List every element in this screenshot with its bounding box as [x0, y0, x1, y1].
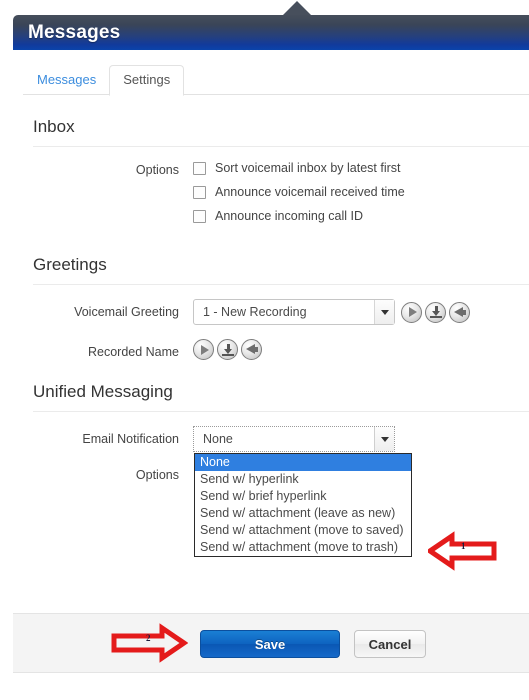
checkbox-row-announce-received-time[interactable]: Announce voicemail received time — [193, 185, 529, 199]
recorded-name-record-button[interactable] — [241, 339, 262, 360]
popover-pointer-triangle — [283, 1, 311, 15]
play-icon — [408, 307, 417, 317]
play-icon — [200, 344, 209, 355]
section-title-greetings: Greetings — [33, 255, 107, 274]
checkbox-label-announce-received-time: Announce voicemail received time — [215, 185, 405, 199]
dropdown-option-attachment-leave-as-new[interactable]: Send w/ attachment (leave as new) — [195, 505, 411, 522]
messages-panel: Messages Messages Settings Inbox Options … — [13, 15, 529, 557]
inbox-options-field: Sort voicemail inbox by latest first Ann… — [193, 161, 529, 233]
annotation-number-2: 2 — [146, 633, 151, 643]
voicemail-download-button[interactable] — [425, 301, 446, 323]
annotation-arrow-1: 1 — [425, 530, 498, 574]
panel-header: Messages — [13, 15, 529, 50]
dropdown-option-attachment-move-to-trash[interactable]: Send w/ attachment (move to trash) — [195, 539, 411, 556]
checkbox-sort-latest[interactable] — [193, 161, 206, 175]
inbox-options-label: Options — [135, 163, 179, 177]
email-notification-field: None None Send w/ hyperlink Send w/ brie… — [193, 426, 529, 557]
voicemail-greeting-value: 1 - New Recording — [203, 305, 307, 319]
save-button[interactable]: Save — [200, 630, 340, 658]
voicemail-greeting-select[interactable]: 1 - New Recording — [193, 299, 395, 325]
chevron-down-icon[interactable] — [374, 300, 394, 324]
section-greetings: Greetings Voicemail Greeting 1 - New Rec… — [13, 233, 529, 360]
annotation-number-1: 1 — [461, 541, 466, 551]
checkbox-label-sort-latest: Sort voicemail inbox by latest first — [215, 161, 401, 175]
checkbox-announce-received-time[interactable] — [193, 185, 206, 199]
section-unified-messaging: Unified Messaging Email Notification Non… — [13, 360, 529, 557]
dropdown-option-attachment-move-to-saved[interactable]: Send w/ attachment (move to saved) — [195, 522, 411, 539]
tab-bar: Messages Settings — [13, 65, 529, 96]
section-divider-greetings — [33, 284, 529, 285]
chevron-down-icon[interactable] — [374, 427, 394, 451]
dropdown-option-hyperlink[interactable]: Send w/ hyperlink — [195, 471, 411, 488]
page-title: Messages — [28, 21, 121, 43]
recorded-name-row: Recorded Name — [33, 339, 529, 360]
section-divider-inbox — [33, 146, 529, 147]
download-icon — [429, 306, 442, 318]
voicemail-greeting-label: Voicemail Greeting — [74, 305, 179, 319]
recorded-name-field — [193, 339, 529, 360]
speaker-icon — [453, 306, 466, 318]
section-divider-unified-messaging — [33, 411, 529, 412]
email-notification-value: None — [203, 432, 233, 446]
messages-settings-screen: Messages Messages Settings Inbox Options … — [0, 0, 529, 700]
voicemail-greeting-field: 1 - New Recording — [193, 299, 529, 325]
tab-messages[interactable]: Messages — [24, 66, 109, 95]
email-notification-dropdown-list[interactable]: None Send w/ hyperlink Send w/ brief hyp… — [194, 453, 412, 557]
speaker-icon — [245, 344, 258, 355]
unified-options-label: Options — [135, 468, 179, 482]
annotation-arrow-2: 2 — [110, 623, 189, 663]
recorded-name-download-button[interactable] — [217, 339, 238, 360]
section-inbox: Inbox Options Sort voicemail inbox by la… — [13, 95, 529, 233]
cancel-button[interactable]: Cancel — [354, 630, 426, 658]
dropdown-option-none[interactable]: None — [195, 454, 411, 471]
recorded-name-label: Recorded Name — [87, 345, 179, 359]
email-notification-label: Email Notification — [82, 432, 179, 446]
recorded-name-play-button[interactable] — [193, 339, 214, 360]
dropdown-option-brief-hyperlink[interactable]: Send w/ brief hyperlink — [195, 488, 411, 505]
right-arrow-icon — [111, 623, 189, 663]
checkbox-row-announce-call-id[interactable]: Announce incoming call ID — [193, 209, 529, 223]
section-title-inbox: Inbox — [33, 117, 75, 136]
voicemail-play-button[interactable] — [401, 301, 422, 323]
left-arrow-icon — [425, 531, 497, 571]
settings-body: Inbox Options Sort voicemail inbox by la… — [13, 95, 529, 557]
voicemail-record-button[interactable] — [449, 301, 470, 323]
email-notification-row: Email Notification None None Send w/ hyp… — [33, 426, 529, 557]
email-notification-select[interactable]: None None Send w/ hyperlink Send w/ brie… — [193, 426, 412, 557]
checkbox-label-announce-call-id: Announce incoming call ID — [215, 209, 363, 223]
checkbox-row-sort-latest[interactable]: Sort voicemail inbox by latest first — [193, 161, 529, 175]
tab-settings[interactable]: Settings — [109, 65, 185, 96]
checkbox-announce-call-id[interactable] — [193, 209, 206, 223]
voicemail-greeting-row: Voicemail Greeting 1 - New Recording — [33, 299, 529, 325]
form-footer: Save Cancel — [13, 613, 529, 673]
inbox-options-row: Options Sort voicemail inbox by latest f… — [33, 161, 529, 233]
section-title-unified-messaging: Unified Messaging — [33, 382, 173, 401]
download-icon — [221, 343, 234, 356]
